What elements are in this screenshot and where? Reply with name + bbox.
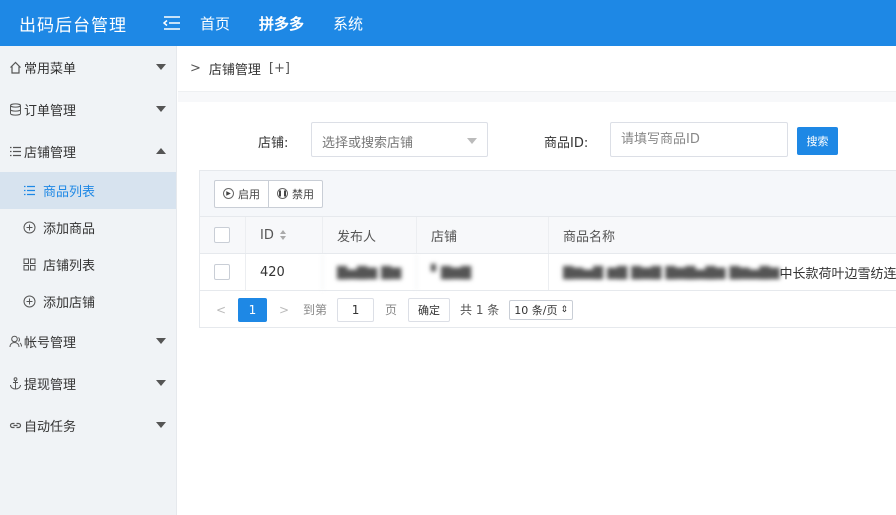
column-header-goods-name: 商品名称: [548, 217, 896, 253]
sidebar-group-auto-tasks[interactable]: 自动任务: [0, 404, 176, 446]
goto-label: 到第: [303, 303, 328, 317]
sidebar-group-label: 自动任务: [24, 419, 77, 435]
column-header-id[interactable]: ID: [245, 217, 322, 253]
home-icon: [8, 60, 22, 74]
goto-confirm-button[interactable]: 确定: [408, 297, 451, 322]
app-title: 出码后台管理: [19, 15, 127, 36]
link-icon: [8, 418, 22, 432]
total-count: 共 1 条: [460, 303, 500, 317]
database-icon: [8, 102, 22, 116]
play-circle-icon: ▶: [223, 188, 234, 199]
table-toolbar: ▶ 启用 ❚❚ 禁用: [200, 171, 896, 217]
row-checkbox[interactable]: [214, 264, 230, 280]
status-button-group: ▶ 启用 ❚❚ 禁用: [214, 179, 323, 208]
goods-id-label: 商品ID:: [544, 136, 589, 151]
sidebar-item-label: 添加商品: [43, 222, 96, 237]
page-size-label: 10 条/页: [514, 303, 558, 317]
anchor-icon: [8, 376, 22, 390]
shop-filter-label: 店铺:: [258, 136, 289, 151]
breadcrumb-arrow-icon: >: [190, 61, 201, 76]
column-header-label: 商品名称: [563, 229, 616, 245]
nav-home[interactable]: 首页: [200, 13, 230, 34]
select-all-checkbox[interactable]: [214, 227, 230, 243]
sidebar-group-label: 常用菜单: [24, 61, 77, 77]
sort-icon[interactable]: [279, 230, 286, 240]
page-number-current[interactable]: 1: [238, 297, 267, 322]
sidebar-item-label: 添加店铺: [43, 296, 96, 311]
sidebar-item-label: 商品列表: [43, 185, 96, 200]
sidebar-item-goods-list[interactable]: 商品列表: [0, 172, 176, 209]
top-nav: 首页 拼多多 系统: [200, 13, 392, 34]
updown-icon: ⇕: [560, 304, 569, 315]
disable-button-label: 禁用: [292, 187, 314, 201]
chevron-down-icon: [156, 380, 166, 386]
cell-publisher: ▇▅▇▆ ▇▆: [322, 254, 416, 290]
sidebar-item-add-shop[interactable]: 添加店铺: [0, 283, 176, 320]
sidebar-group-orders[interactable]: 订单管理: [0, 88, 176, 130]
sidebar-item-add-goods[interactable]: 添加商品: [0, 209, 176, 246]
sidebar-group-label: 订单管理: [24, 103, 77, 119]
chevron-left-icon[interactable]: <: [214, 303, 228, 317]
list-icon: [22, 184, 36, 198]
goto-page-input[interactable]: [337, 297, 375, 322]
plus-circle-icon: [22, 295, 36, 309]
chevron-down-icon: [467, 138, 477, 144]
cell-id: 420: [245, 254, 322, 290]
table-row[interactable]: 420 ▇▅▇▆ ▇▆ ▘▇▆▇ ▇▆▅▇ ▆▇ ▇▆▇ ▇▆▇▅▇▆ ▇▆▅▇…: [200, 254, 896, 291]
chevron-down-icon: [156, 422, 166, 428]
table-header: ID 发布人 店铺 商品名称: [200, 217, 896, 254]
pause-circle-icon: ❚❚: [277, 188, 288, 199]
goods-name-blurred: ▇▆▅▇ ▆▇ ▇▆▇ ▇▆▇▅▇▆ ▇▆▅▇▆: [563, 264, 780, 280]
column-header-shop: 店铺: [416, 217, 548, 253]
chevron-down-icon: [156, 106, 166, 112]
column-header-label: ID: [260, 227, 274, 243]
column-header-publisher: 发布人: [322, 217, 416, 253]
sidebar-group-withdraw[interactable]: 提现管理: [0, 362, 176, 404]
chevron-down-icon: [156, 64, 166, 70]
sidebar-item-label: 店铺列表: [43, 259, 96, 274]
sidebar-item-shop-list[interactable]: 店铺列表: [0, 246, 176, 283]
sidebar-group-shops[interactable]: 店铺管理: [0, 130, 176, 172]
enable-button[interactable]: ▶ 启用: [215, 181, 268, 207]
cell-goods-name: ▇▆▅▇ ▆▇ ▇▆▇ ▇▆▇▅▇▆ ▇▆▅▇▆ 中长款荷叶边雪纺连衣: [548, 254, 896, 290]
breadcrumb-expand-button[interactable]: [+]: [269, 61, 290, 76]
page-unit-label: 页: [385, 303, 398, 317]
sidebar-group-label: 帐号管理: [24, 335, 77, 351]
search-button[interactable]: 搜索: [797, 127, 838, 155]
chevron-up-icon: [156, 148, 166, 154]
page-size-select[interactable]: 10 条/页 ⇕: [509, 299, 574, 320]
plus-circle-icon: [22, 221, 36, 235]
chevron-right-icon[interactable]: >: [277, 303, 291, 317]
enable-button-label: 启用: [238, 187, 260, 201]
grid-icon: [22, 258, 36, 272]
top-navbar: 出码后台管理 首页 拼多多 系统: [0, 0, 896, 46]
breadcrumb-current[interactable]: 店铺管理: [209, 59, 261, 78]
content-divider: [178, 92, 896, 102]
breadcrumb: > 店铺管理 [+]: [178, 46, 896, 92]
column-header-label: 发布人: [337, 229, 377, 245]
cell-shop: ▘▇▆▇: [416, 254, 548, 290]
nav-system[interactable]: 系统: [333, 13, 363, 34]
user-icon: [8, 334, 22, 348]
column-header-label: 店铺: [431, 229, 458, 245]
list-icon: [8, 144, 22, 158]
sidebar: 常用菜单 订单管理 店铺管理 商品列表 添加商品 店铺列表 添加店铺 帐号管理 …: [0, 46, 177, 515]
shop-select-placeholder: 选择或搜索店铺: [322, 136, 414, 151]
menu-collapse-icon[interactable]: [158, 9, 186, 37]
pagination: < 1 > 到第 页 确定 共 1 条 10 条/页 ⇕: [200, 291, 896, 328]
sidebar-group-accounts[interactable]: 帐号管理: [0, 320, 176, 362]
goods-table: ▶ 启用 ❚❚ 禁用 ID 发布人 店铺 商品名称 420 ▇▅▇▆ ▇▆ ▘▇…: [199, 170, 896, 328]
sidebar-group-common[interactable]: 常用菜单: [0, 46, 176, 88]
goods-name-visible: 中长款荷叶边雪纺连衣: [779, 266, 896, 282]
shop-select[interactable]: 选择或搜索店铺: [311, 122, 488, 157]
disable-button[interactable]: ❚❚ 禁用: [268, 180, 322, 207]
sidebar-group-label: 店铺管理: [24, 145, 77, 161]
sidebar-group-label: 提现管理: [24, 377, 77, 393]
nav-pinduoduo[interactable]: 拼多多: [259, 13, 304, 34]
filter-form: 店铺: 选择或搜索店铺 商品ID: 搜索: [178, 118, 896, 162]
chevron-down-icon: [156, 338, 166, 344]
goods-id-input[interactable]: [610, 122, 788, 157]
